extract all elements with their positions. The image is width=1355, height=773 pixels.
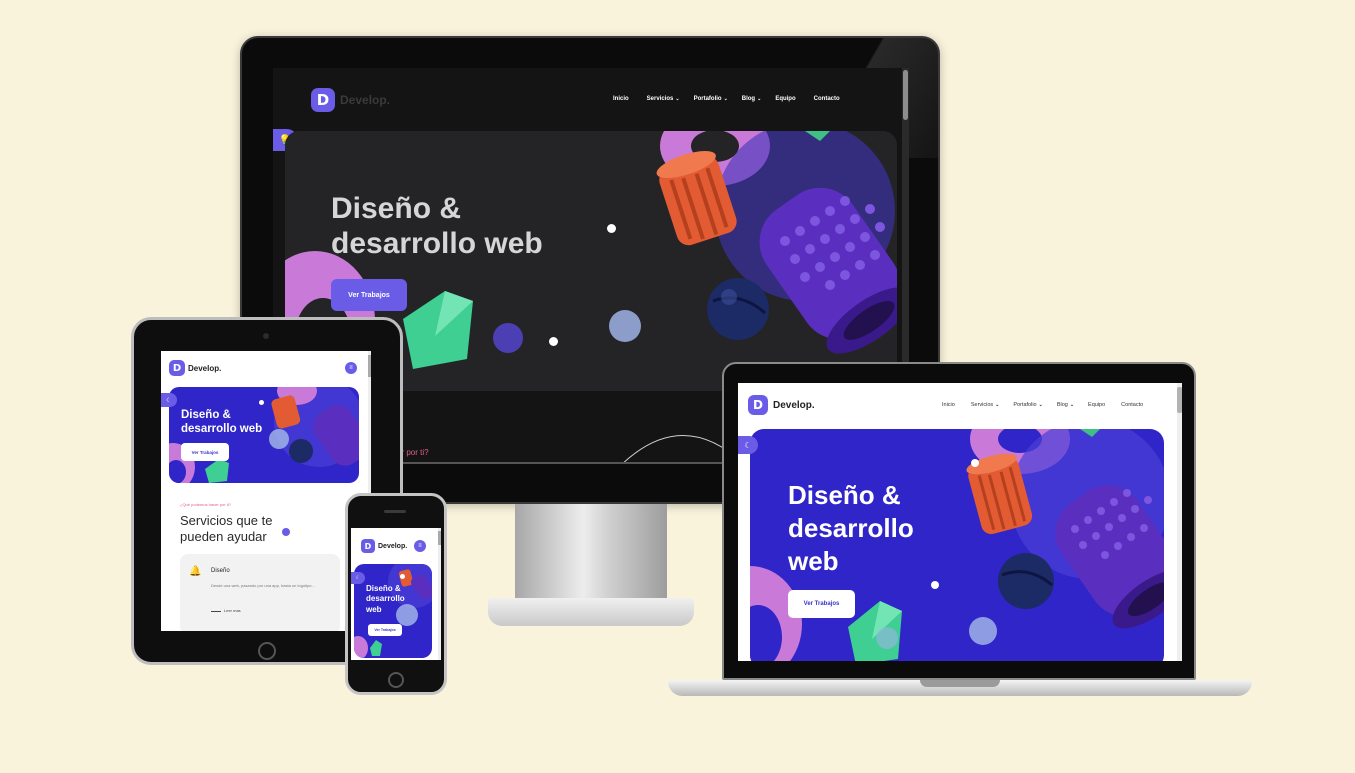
- link-line: [211, 611, 221, 612]
- site-logo[interactable]: D Develop.: [311, 88, 390, 112]
- chevron-down-icon: ⌄: [723, 96, 728, 102]
- chevron-down-icon: ⌄: [675, 96, 680, 102]
- service-card-link[interactable]: Leer mas: [224, 608, 241, 613]
- logo-text: Develop.: [188, 363, 222, 373]
- services-eyebrow: ¿Qué podemos hacer por ti?: [180, 502, 231, 507]
- nav-item-contacto[interactable]: Contacto: [1121, 402, 1143, 408]
- laptop-screen: D Develop. Inicio Servicios ⌄ Portafolio ⌄…: [738, 383, 1182, 661]
- decor-circle: [269, 429, 289, 449]
- logo-badge: D: [361, 539, 375, 553]
- phone-speaker: [384, 510, 406, 513]
- hero-section: Diseño & desarrollo web Ver Trabajos: [750, 429, 1164, 661]
- hero-section: Diseño & desarrollo web Ver Trabajos: [169, 387, 359, 483]
- hero-section: Diseño & desarrollo web Ver Trabajos: [354, 564, 432, 658]
- decor-dot: [282, 528, 290, 536]
- main-nav: Inicio Servicios ⌄ Portafolio ⌄ Blog ⌄ Equi…: [613, 96, 840, 102]
- nav-item-portafolio[interactable]: Portafolio: [1013, 402, 1036, 408]
- laptop-notch: [920, 680, 1000, 687]
- scrollbar[interactable]: [438, 528, 441, 660]
- ver-trabajos-button[interactable]: Ver Trabajos: [331, 279, 407, 311]
- logo-badge: D: [748, 395, 768, 415]
- nav-item-equipo[interactable]: Equipo: [775, 96, 795, 102]
- hero-title: Diseño & desarrollo web: [181, 409, 263, 435]
- decor-dot: [931, 581, 939, 589]
- main-nav: Inicio Servicios ⌄ Portafolio ⌄ Blog ⌄ Equi…: [942, 402, 1143, 408]
- imac-stand-neck: [515, 504, 667, 602]
- phone-screen: D Develop. ≡ Diseño & desarrollo web Ver…: [351, 528, 441, 660]
- nav-item-inicio[interactable]: Inicio: [613, 96, 629, 102]
- tablet-screen: D Develop. ≡ Diseño & desarrollo web Ver…: [161, 351, 371, 631]
- scrollbar[interactable]: [1177, 383, 1182, 661]
- hero-title: Diseño & desarrollo web: [331, 192, 543, 261]
- scrollbar-thumb[interactable]: [1177, 387, 1182, 413]
- decor-dot: [549, 337, 558, 346]
- scrollbar-thumb[interactable]: [438, 531, 441, 545]
- hamburger-menu-icon[interactable]: ≡: [414, 540, 426, 552]
- scrollbar-thumb[interactable]: [368, 355, 371, 377]
- nav-item-servicios[interactable]: Servicios: [971, 402, 993, 408]
- service-card-body: Desde una web, pasando por una app, hast…: [211, 583, 315, 588]
- ver-trabajos-button[interactable]: Ver Trabajos: [181, 443, 229, 461]
- chevron-down-icon: ⌄: [1069, 402, 1075, 408]
- decor-dot: [971, 459, 979, 467]
- nav-item-servicios[interactable]: Servicios: [647, 96, 674, 102]
- chevron-down-icon: ⌄: [1038, 402, 1043, 408]
- moon-icon[interactable]: ☾: [351, 572, 365, 584]
- moon-icon[interactable]: ☾: [161, 393, 177, 407]
- service-card[interactable]: 🔔 Diseño Desde una web, pasando por una …: [180, 554, 340, 631]
- tablet-home-button[interactable]: [258, 642, 276, 660]
- logo-text: Develop.: [340, 93, 391, 107]
- decor-dot: [400, 574, 405, 579]
- nav-item-equipo[interactable]: Equipo: [1088, 402, 1105, 408]
- decor-dot: [607, 224, 616, 233]
- logo-text: Develop.: [773, 399, 815, 411]
- moon-icon[interactable]: ☾: [738, 436, 758, 454]
- decor-circle: [493, 323, 523, 353]
- ver-trabajos-button[interactable]: Ver Trabajos: [788, 590, 855, 618]
- site-logo[interactable]: D Develop.: [361, 539, 407, 553]
- service-card-title: Diseño: [211, 568, 230, 574]
- decor-dot: [259, 400, 264, 405]
- nav-item-inicio[interactable]: Inicio: [942, 402, 955, 408]
- nav-item-contacto[interactable]: Contacto: [814, 96, 840, 102]
- chevron-down-icon: ⌄: [757, 96, 762, 102]
- hamburger-menu-icon[interactable]: ≡: [345, 362, 357, 374]
- scrollbar-thumb[interactable]: [903, 70, 908, 120]
- site-logo[interactable]: D Develop.: [748, 395, 815, 415]
- services-heading: Servicios que te pueden ayudar: [180, 513, 273, 544]
- imac-stand-foot: [488, 598, 694, 626]
- nav-item-blog[interactable]: Blog: [1057, 402, 1068, 408]
- decor-circle: [969, 617, 997, 645]
- chevron-down-icon: ⌄: [995, 402, 1000, 408]
- logo-text: Develop.: [378, 542, 408, 550]
- logo-badge: D: [311, 88, 335, 112]
- phone-home-button[interactable]: [388, 672, 404, 688]
- nav-item-portafolio[interactable]: Portafolio: [694, 96, 722, 102]
- hero-title: Diseño & desarrollo web: [788, 480, 914, 576]
- nav-item-blog[interactable]: Blog: [742, 96, 755, 102]
- decor-circle: [876, 627, 898, 649]
- decor-circle: [609, 310, 641, 342]
- logo-badge: D: [169, 360, 185, 376]
- tablet-camera: [263, 333, 269, 339]
- site-logo[interactable]: D Develop.: [169, 360, 221, 376]
- ver-trabajos-button[interactable]: Ver Trabajos: [368, 624, 402, 636]
- bell-icon: 🔔: [189, 566, 202, 577]
- hero-title: Diseño & desarrollo web: [366, 584, 405, 614]
